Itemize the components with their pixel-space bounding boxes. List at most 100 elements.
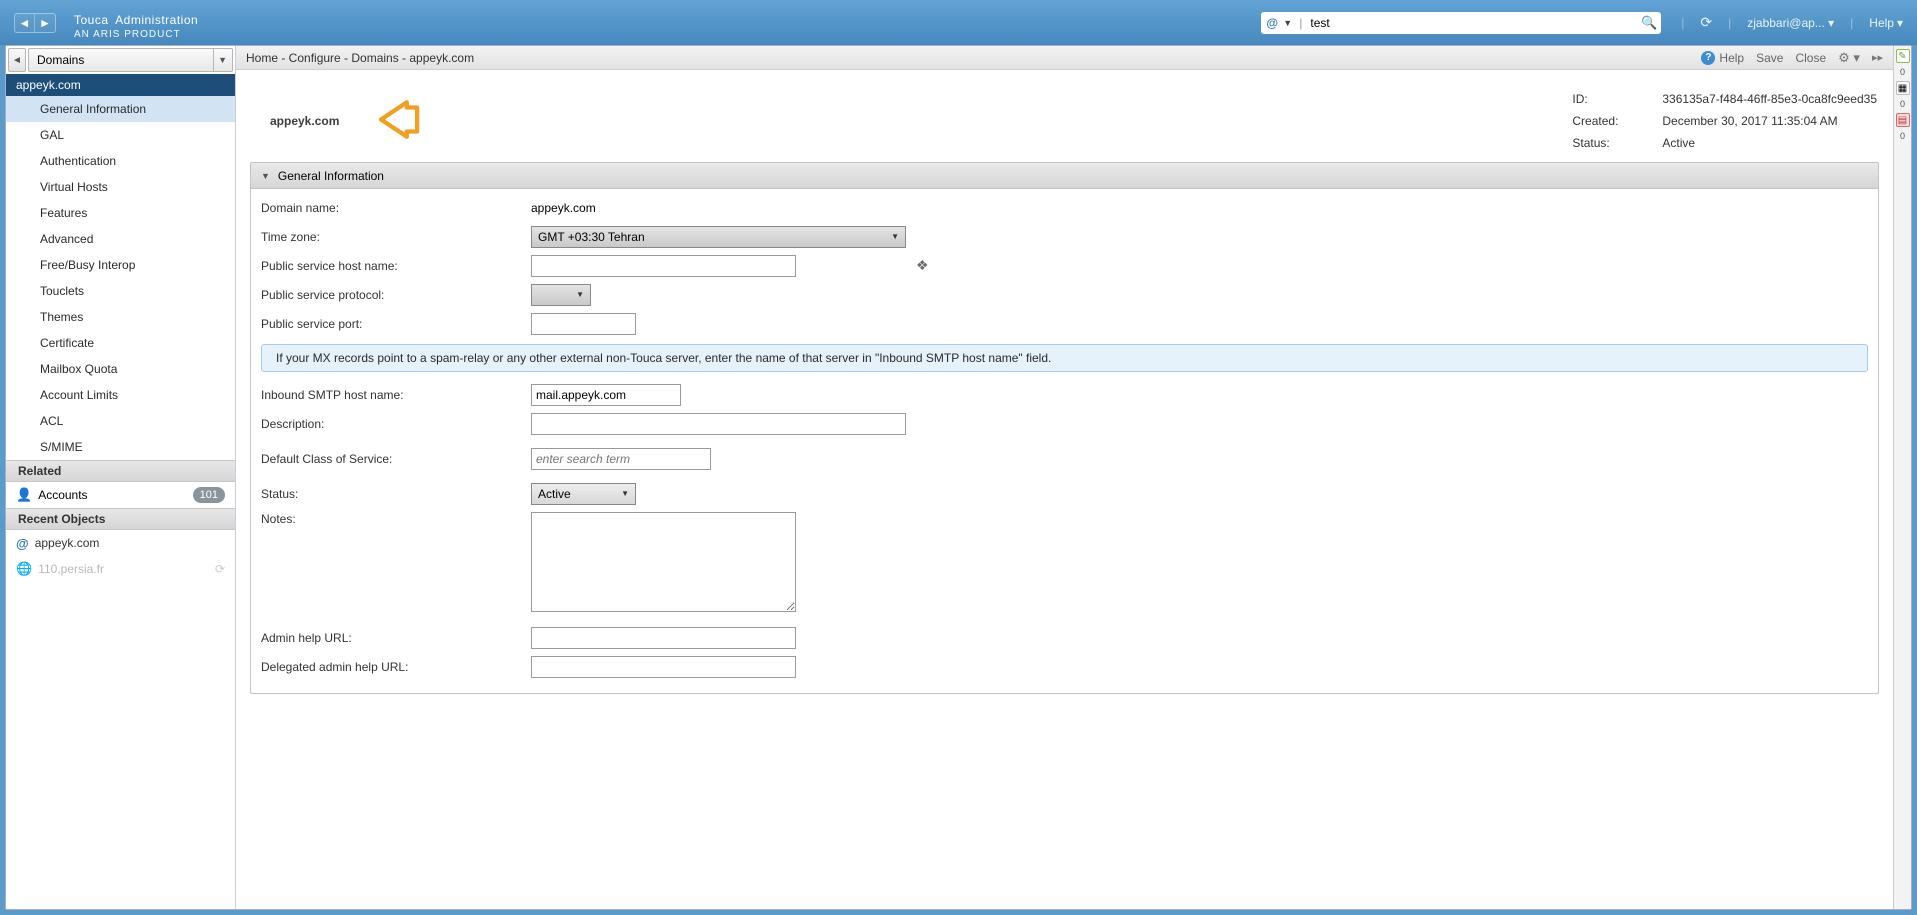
- delegated-help-input[interactable]: [531, 656, 796, 678]
- admin-help-input[interactable]: [531, 627, 796, 649]
- smtp-label: Inbound SMTP host name:: [261, 388, 531, 402]
- save-button[interactable]: Save: [1756, 51, 1783, 65]
- row-notes: Notes:: [261, 512, 1868, 615]
- tree-item-label: Certificate: [40, 336, 94, 350]
- close-button[interactable]: Close: [1795, 51, 1826, 65]
- public-port-label: Public service port:: [261, 317, 531, 331]
- notes-textarea[interactable]: [531, 512, 796, 612]
- search-icon[interactable]: 🔍: [1637, 12, 1661, 34]
- tree-item-label: Touclets: [40, 284, 84, 298]
- public-port-input[interactable]: [531, 313, 636, 335]
- tree-item-smime[interactable]: S/MIME: [6, 434, 235, 460]
- tree-item-label: Account Limits: [40, 388, 118, 402]
- row-domain-name: Domain name: appeyk.com: [261, 193, 1868, 222]
- rail-chip-3[interactable]: ▤: [1896, 113, 1910, 127]
- tree-item-label: GAL: [40, 128, 64, 142]
- group-title: General Information: [278, 169, 384, 183]
- row-delegated-help: Delegated admin help URL:: [261, 652, 1868, 681]
- tree-item-features[interactable]: Features: [6, 200, 235, 226]
- meta-created-value: December 30, 2017 11:35:04 AM: [1662, 114, 1877, 128]
- related-header-label: Related: [18, 464, 61, 478]
- subheader-actions: ? Help Save Close ⚙ ▾ ▸▸: [1701, 50, 1883, 66]
- tree-item-touclets[interactable]: Touclets: [6, 278, 235, 304]
- gear-icon[interactable]: ⚙ ▾: [1838, 50, 1860, 66]
- meta-status-value: Active: [1662, 136, 1877, 150]
- timezone-label: Time zone:: [261, 230, 531, 244]
- search-separator: |: [1299, 16, 1302, 30]
- row-cos: Default Class of Service:: [261, 444, 1868, 473]
- domain-title-block: appeyk.com: [270, 92, 424, 150]
- help-button[interactable]: ? Help: [1701, 51, 1744, 65]
- rail-chip-2[interactable]: ▦: [1896, 81, 1910, 95]
- tree-item-general-information[interactable]: General Information: [6, 96, 235, 122]
- tree-item-virtual-hosts[interactable]: Virtual Hosts: [6, 174, 235, 200]
- recent-item-appeyk[interactable]: @ appeyk.com: [6, 530, 235, 556]
- domain-title: appeyk.com: [270, 114, 339, 128]
- group-body: Domain name: appeyk.com Time zone: GMT +…: [251, 189, 1878, 693]
- brand-title: Touca Administration: [74, 6, 198, 28]
- tree-item-account-limits[interactable]: Account Limits: [6, 382, 235, 408]
- row-status: Status: Active: [261, 479, 1868, 508]
- sidebar-back-button[interactable]: ◄: [8, 48, 26, 72]
- help-label: Help: [1719, 51, 1744, 65]
- tree-root[interactable]: appeyk.com: [6, 74, 235, 96]
- domain-meta: ID: 336135a7-f484-46ff-85e3-0ca8fc9eed35…: [1572, 92, 1877, 150]
- nav-back-button[interactable]: ◄: [15, 14, 35, 32]
- tree-item-label: Authentication: [40, 154, 116, 168]
- nav-arrow-group: ◄ ►: [14, 13, 56, 33]
- tree-item-themes[interactable]: Themes: [6, 304, 235, 330]
- public-proto-select[interactable]: [531, 284, 591, 306]
- recent-header-label: Recent Objects: [18, 512, 105, 526]
- tree-item-certificate[interactable]: Certificate: [6, 330, 235, 356]
- workspace: ◄ Domains ▼ appeyk.com General Informati…: [5, 45, 1912, 910]
- cos-label: Default Class of Service:: [261, 452, 531, 466]
- recent-item-label: 110,persia.fr: [38, 562, 104, 576]
- rail-count-2: 0: [1900, 99, 1905, 109]
- mx-info-box: If your MX records point to a spam-relay…: [261, 344, 1868, 372]
- app-header: ◄ ► Touca Administration AN ARIS PRODUCT…: [0, 0, 1917, 45]
- recent-item-2[interactable]: 🌐 110,persia.fr ⟳: [6, 556, 235, 582]
- public-host-label: Public service host name:: [261, 259, 531, 273]
- help-menu[interactable]: Help ▾: [1869, 16, 1903, 30]
- row-public-port: Public service port:: [261, 309, 1868, 338]
- meta-id-value: 336135a7-f484-46ff-85e3-0ca8fc9eed35: [1662, 92, 1877, 106]
- group-header[interactable]: ▼ General Information: [251, 163, 1878, 189]
- meta-id-label: ID:: [1572, 92, 1662, 106]
- search-scope-caret-icon[interactable]: ▼: [1283, 18, 1295, 28]
- sync-icon[interactable]: ❖: [916, 257, 929, 274]
- tree-item-gal[interactable]: GAL: [6, 122, 235, 148]
- tree-item-mailbox-quota[interactable]: Mailbox Quota: [6, 356, 235, 382]
- globe-icon: 🌐: [16, 561, 32, 577]
- related-item-label: Accounts: [38, 488, 87, 502]
- domain-dropdown[interactable]: Domains ▼: [28, 48, 233, 72]
- collapse-right-icon[interactable]: ▸▸: [1872, 51, 1883, 64]
- smtp-input[interactable]: [531, 384, 681, 406]
- meta-created-label: Created:: [1572, 114, 1662, 128]
- search-scope-icon[interactable]: @: [1261, 16, 1283, 30]
- sidebar: ◄ Domains ▼ appeyk.com General Informati…: [6, 46, 236, 909]
- related-accounts[interactable]: 👤 Accounts 101: [6, 482, 235, 508]
- user-icon: 👤: [16, 487, 32, 503]
- refresh-icon[interactable]: ⟳: [1700, 14, 1712, 31]
- tree-item-acl[interactable]: ACL: [6, 408, 235, 434]
- status-select[interactable]: Active: [531, 483, 636, 505]
- user-menu[interactable]: zjabbari@ap... ▾: [1747, 16, 1834, 30]
- cos-input[interactable]: [531, 448, 711, 470]
- row-smtp: Inbound SMTP host name:: [261, 380, 1868, 409]
- rail-chip-1[interactable]: ✎: [1896, 49, 1910, 63]
- tree-item-advanced[interactable]: Advanced: [6, 226, 235, 252]
- domain-header: appeyk.com ID: 336135a7-f484-46ff-85e3-0…: [236, 70, 1893, 162]
- tree-item-label: S/MIME: [40, 440, 83, 454]
- nav-forward-button[interactable]: ►: [35, 14, 55, 32]
- timezone-select[interactable]: GMT +03:30 Tehran: [531, 226, 906, 248]
- description-input[interactable]: [531, 413, 906, 435]
- tree-item-authentication[interactable]: Authentication: [6, 148, 235, 174]
- tree-item-free-busy[interactable]: Free/Busy Interop: [6, 252, 235, 278]
- search-input[interactable]: [1306, 13, 1637, 33]
- public-host-input[interactable]: [531, 255, 796, 277]
- brand-rest: Administration: [115, 13, 198, 27]
- collapse-icon: ▼: [261, 171, 270, 181]
- right-rail: ✎ 0 ▦ 0 ▤ 0: [1893, 46, 1911, 909]
- tree-item-label: Themes: [40, 310, 83, 324]
- domain-selector-row: ◄ Domains ▼: [8, 48, 233, 72]
